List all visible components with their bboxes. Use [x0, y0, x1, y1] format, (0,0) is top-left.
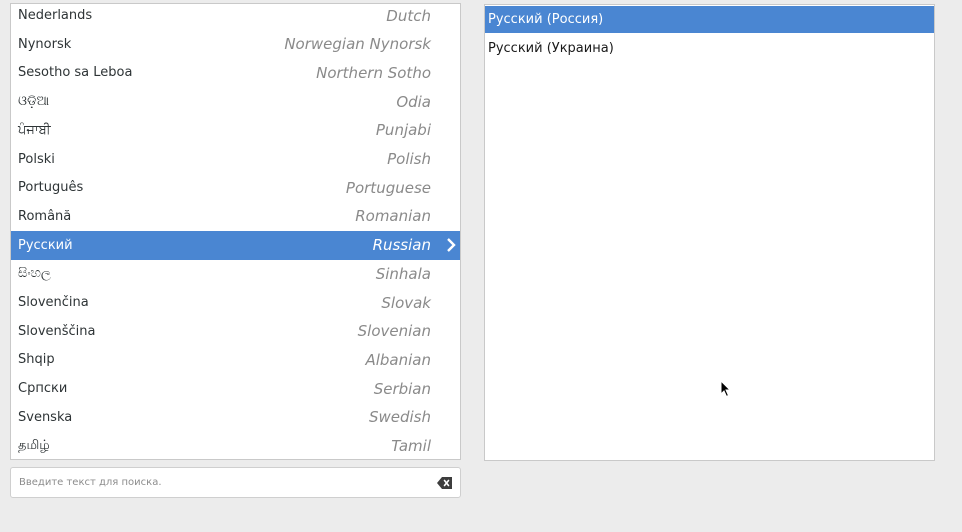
backspace-clear-icon[interactable] [437, 476, 453, 490]
language-row[interactable]: Svenska Swedish [11, 403, 460, 432]
mouse-cursor-icon [720, 380, 731, 398]
language-native-name: Polski [18, 151, 55, 167]
language-native-name: Română [18, 208, 72, 224]
language-english-name: Serbian [373, 379, 431, 398]
language-row[interactable]: தமிழ் Tamil [11, 432, 460, 460]
language-english-name: Dutch [386, 6, 431, 25]
language-native-name: Nynorsk [18, 36, 72, 52]
language-english-name: Odia [396, 92, 431, 111]
language-row[interactable]: Sesotho sa Leboa Northern Sotho [11, 58, 460, 87]
search-field[interactable] [10, 467, 461, 498]
language-english-name: Sinhala [375, 264, 431, 283]
language-row[interactable]: Português Portuguese [11, 173, 460, 202]
language-native-name: සිංහල [18, 266, 51, 282]
language-native-name: Shqip [18, 352, 55, 368]
language-native-name: Русский [18, 237, 73, 253]
language-english-name: Russian [372, 236, 431, 255]
language-english-name: Slovenian [357, 322, 431, 341]
locale-label: Русский (Украина) [488, 41, 614, 56]
language-english-name: Slovak [381, 293, 431, 312]
language-english-name: Swedish [368, 408, 431, 427]
language-native-name: Slovenčina [18, 295, 89, 310]
language-row[interactable]: ଓଡ଼ିଆ Odia [11, 87, 460, 116]
language-english-name: Norwegian Nynorsk [284, 35, 431, 54]
language-row[interactable]: Polski Polish [11, 145, 460, 174]
language-row[interactable]: සිංහල Sinhala [11, 259, 460, 288]
language-native-name: Српски [18, 381, 68, 397]
chevron-right-icon [447, 237, 456, 252]
language-english-name: Northern Sotho [316, 63, 431, 82]
language-row[interactable]: Shqip Albanian [11, 345, 460, 374]
locale-label: Русский (Россия) [488, 12, 604, 27]
language-row[interactable]: Slovenčina Slovak [11, 288, 460, 317]
language-english-name: Portuguese [345, 178, 431, 197]
language-row[interactable]: Slovenščina Slovenian [11, 317, 460, 346]
search-input[interactable] [11, 468, 437, 497]
language-row[interactable]: ਪੰਜਾਬੀ Punjabi [11, 116, 460, 145]
language-english-name: Albanian [365, 350, 431, 369]
language-row[interactable]: Nederlands Dutch [11, 4, 460, 30]
language-row[interactable]: Русский Russian [11, 230, 460, 260]
language-english-name: Polish [387, 150, 431, 168]
language-native-name: தமிழ் [18, 438, 50, 453]
language-row[interactable]: Српски Serbian [11, 374, 460, 403]
language-english-name: Romanian [355, 207, 431, 226]
language-native-name: Nederlands [18, 8, 93, 23]
locale-row[interactable]: Русский (Украина) [485, 35, 934, 62]
language-row[interactable]: Română Romanian [11, 202, 460, 231]
language-native-name: Svenska [18, 409, 73, 425]
language-row[interactable]: Nynorsk Norwegian Nynorsk [11, 30, 460, 59]
locale-list[interactable]: Русский (Россия) Русский (Украина) [484, 4, 935, 461]
language-english-name: Punjabi [375, 121, 431, 140]
language-native-name: ਪੰਜਾਬੀ [18, 122, 51, 138]
locale-row[interactable]: Русский (Россия) [485, 6, 934, 33]
language-english-name: Tamil [391, 437, 431, 455]
language-native-name: Sesotho sa Leboa [18, 65, 133, 81]
language-native-name: ଓଡ଼ିଆ [18, 94, 50, 110]
language-native-name: Português [18, 180, 84, 196]
language-list[interactable]: Nederlands Dutch Nynorsk Norwegian Nynorsk S… [10, 3, 461, 460]
language-native-name: Slovenščina [18, 323, 96, 339]
